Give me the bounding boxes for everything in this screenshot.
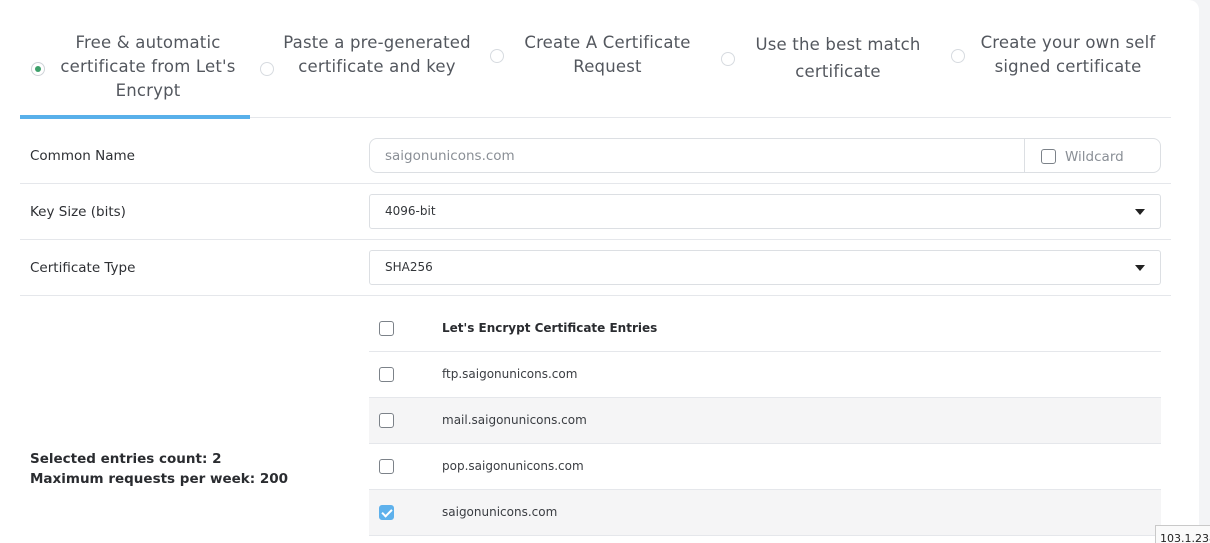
radio-best-match[interactable] (721, 52, 735, 66)
certificate-type-label: Certificate Type (30, 260, 136, 276)
tab-label: Use the best match certificate (755, 35, 921, 81)
entry-domain: saigonunicons.com (442, 505, 558, 519)
radio-certificate-request[interactable] (490, 49, 504, 63)
key-size-select[interactable]: 4096-bit (369, 194, 1161, 229)
radio-lets-encrypt[interactable] (31, 62, 45, 76)
entry-row[interactable]: pop.saigonunicons.com (369, 444, 1161, 490)
caret-down-icon (1135, 265, 1145, 271)
input-divider (1024, 139, 1025, 172)
entry-checkbox[interactable] (379, 459, 394, 474)
selected-count-text: Selected entries count: 2 (30, 451, 222, 467)
entry-domain: pop.saigonunicons.com (442, 459, 584, 473)
tab-certificate-request[interactable]: Create A Certificate Request (480, 0, 710, 118)
status-ip: 103.1.238 (1155, 525, 1210, 543)
entries-header: Let's Encrypt Certificate Entries (442, 321, 658, 335)
caret-down-icon (1135, 209, 1145, 215)
ssl-certificate-panel: Free & automatic certificate from Let's … (0, 0, 1199, 543)
certificate-source-tabs: Free & automatic certificate from Let's … (20, 0, 1171, 119)
common-name-input[interactable] (370, 139, 1024, 172)
certificate-type-select[interactable]: SHA256 (369, 250, 1161, 285)
tab-self-signed[interactable]: Create your own self signed certificate (940, 0, 1171, 118)
tab-paste-certificate[interactable]: Paste a pre-generated certificate and ke… (250, 0, 480, 118)
radio-paste-certificate[interactable] (260, 62, 274, 76)
tab-label: Free & automatic certificate from Let's … (60, 33, 236, 100)
max-requests-text: Maximum requests per week: 200 (30, 471, 289, 487)
common-name-group: Wildcard (369, 138, 1161, 173)
tab-label: Create A Certificate Request (524, 33, 691, 76)
tab-lets-encrypt[interactable]: Free & automatic certificate from Let's … (20, 0, 250, 119)
common-name-row: Common Name Wildcard (20, 118, 1171, 184)
radio-self-signed[interactable] (951, 49, 965, 63)
common-name-label: Common Name (30, 148, 135, 164)
wildcard-label: Wildcard (1065, 149, 1124, 165)
entry-checkbox[interactable] (379, 505, 394, 520)
entry-row[interactable]: ftp.saigonunicons.com (369, 352, 1161, 398)
entry-checkbox[interactable] (379, 413, 394, 428)
select-all-checkbox[interactable] (379, 321, 394, 336)
tab-label: Paste a pre-generated certificate and ke… (283, 33, 471, 76)
tab-label: Create your own self signed certificate (980, 33, 1156, 76)
entries-header-row: Let's Encrypt Certificate Entries (369, 306, 1161, 352)
entry-row[interactable]: mail.saigonunicons.com (369, 398, 1161, 444)
entry-domain: ftp.saigonunicons.com (442, 367, 578, 381)
key-size-value: 4096-bit (385, 204, 436, 218)
entry-checkbox[interactable] (379, 367, 394, 382)
entry-row[interactable]: saigonunicons.com (369, 490, 1161, 536)
certificate-type-value: SHA256 (385, 260, 433, 274)
key-size-label: Key Size (bits) (30, 204, 126, 220)
entry-domain: mail.saigonunicons.com (442, 413, 587, 427)
certificate-type-row: Certificate Type SHA256 (20, 240, 1171, 296)
wildcard-checkbox[interactable] (1041, 149, 1056, 164)
key-size-row: Key Size (bits) 4096-bit (20, 184, 1171, 240)
tab-best-match[interactable]: Use the best match certificate (710, 0, 940, 118)
entries-stats: Selected entries count: 2 Maximum reques… (30, 449, 288, 489)
